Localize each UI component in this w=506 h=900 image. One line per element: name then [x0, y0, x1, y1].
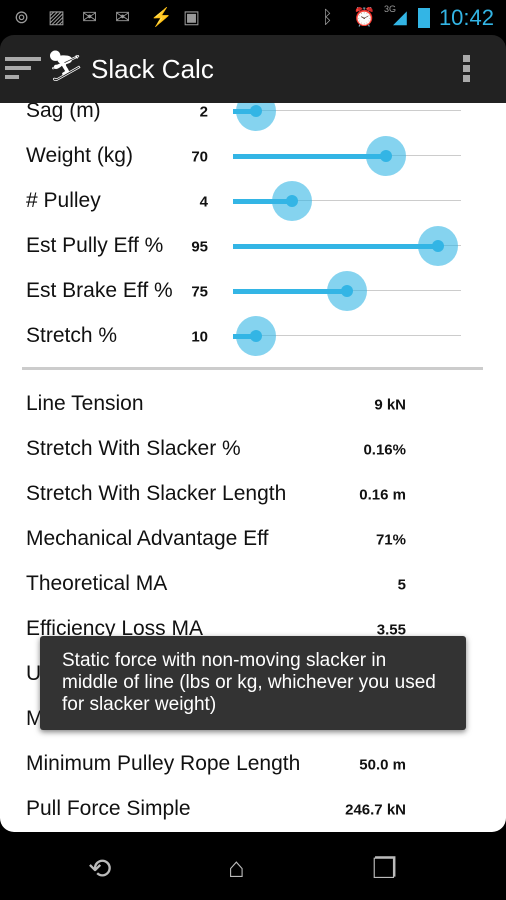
- input-slider[interactable]: [233, 226, 461, 266]
- input-row: Sag (m) 2: [26, 103, 486, 133]
- result-label: Theoretical MA: [26, 572, 168, 595]
- input-slider[interactable]: [233, 181, 461, 221]
- result-value: 9 kN: [374, 396, 406, 414]
- result-label: Mechanical Advantage Eff: [26, 527, 269, 550]
- result-row: Stretch With Slacker % 0.16%: [26, 427, 486, 471]
- toast-tooltip: Static force with non-moving slacker in …: [40, 636, 466, 730]
- mail-icon: ✉: [115, 7, 131, 27]
- result-row: Minimum Pulley Rope Length 50.0 m: [26, 742, 486, 786]
- app-bar: ⛷ Slack Calc: [0, 35, 506, 103]
- back-icon[interactable]: ⟲: [88, 852, 111, 885]
- navigation-bar: ⟲ ⌂ ❐: [0, 832, 506, 900]
- overflow-menu-icon[interactable]: [463, 55, 470, 85]
- result-label: Stretch With Slacker %: [26, 437, 241, 460]
- input-label: Sag (m): [26, 103, 101, 122]
- bluetooth-icon: ᛒ: [322, 7, 333, 27]
- gmail-icon: ✉: [82, 7, 98, 27]
- slider-thumb[interactable]: [365, 136, 406, 176]
- input-label: Est Pully Eff %: [26, 234, 164, 257]
- flash-icon: ⚡: [150, 7, 173, 27]
- result-value: 246.7 kN: [345, 801, 406, 819]
- slider-thumb[interactable]: [235, 103, 276, 131]
- input-row: Stretch % 10: [26, 314, 486, 358]
- input-label: Stretch %: [26, 324, 118, 347]
- input-row: Est Brake Eff % 75: [26, 269, 486, 313]
- input-label: Weight (kg): [26, 144, 133, 167]
- result-label: Pull Force Simple: [26, 797, 191, 820]
- slider-thumb[interactable]: [418, 226, 459, 266]
- play-store-icon: ▣: [183, 7, 201, 27]
- result-row: Pull Force Simple 246.7 kN: [26, 787, 486, 831]
- input-value: 2: [199, 103, 208, 121]
- input-slider[interactable]: [233, 316, 461, 356]
- slider-thumb[interactable]: [272, 181, 313, 221]
- image-icon: ▨: [48, 7, 66, 27]
- input-label: # Pulley: [26, 189, 101, 212]
- input-value: 75: [191, 283, 208, 301]
- result-label: Line Tension: [26, 392, 144, 415]
- slider-fill: [233, 154, 386, 159]
- input-row: Est Pully Eff % 95: [26, 224, 486, 268]
- result-row: Mechanical Advantage Eff 71%: [26, 517, 486, 561]
- slider-thumb[interactable]: [235, 316, 276, 356]
- result-row: Line Tension 9 kN: [26, 382, 486, 426]
- result-value: 0.16 m: [359, 486, 406, 504]
- slider-fill: [233, 244, 439, 249]
- input-value: 4: [199, 193, 208, 211]
- signal-icon: ◢: [393, 7, 407, 27]
- result-row: Stretch With Slacker Length 0.16 m: [26, 472, 486, 516]
- input-row: Weight (kg) 70: [26, 134, 486, 178]
- result-value: 0.16%: [363, 441, 406, 459]
- result-value: 50.0 m: [359, 756, 406, 774]
- clock: 10:42: [438, 5, 494, 30]
- result-label: Stretch With Slacker Length: [26, 482, 287, 505]
- input-value: 70: [191, 148, 208, 166]
- result-label: Minimum Pulley Rope Length: [26, 752, 301, 775]
- battery-icon: [418, 8, 430, 28]
- result-value: 5: [397, 576, 406, 594]
- sync-icon: ⊚: [14, 7, 30, 27]
- input-slider[interactable]: [233, 136, 461, 176]
- input-slider[interactable]: [233, 103, 461, 131]
- app-title: Slack Calc: [91, 54, 214, 84]
- result-value: 71%: [375, 531, 406, 549]
- input-value: 10: [191, 328, 208, 346]
- result-row: Theoretical MA 5: [26, 562, 486, 606]
- divider: [22, 367, 483, 370]
- input-row: # Pulley 4: [26, 179, 486, 223]
- drawer-icon[interactable]: [5, 57, 41, 84]
- alarm-icon: ⏰: [353, 7, 376, 27]
- status-bar: ⊚ ▨ ✉ ✉ ⚡ ▣ ᛒ ⏰ 3G ◢ 10:42: [0, 0, 506, 35]
- input-value: 95: [191, 238, 208, 256]
- input-label: Est Brake Eff %: [26, 279, 173, 302]
- home-icon[interactable]: ⌂: [228, 852, 245, 884]
- input-slider[interactable]: [233, 271, 461, 311]
- app-logo-icon[interactable]: ⛷: [46, 49, 84, 84]
- slider-thumb[interactable]: [327, 271, 367, 311]
- recent-apps-icon[interactable]: ❐: [372, 852, 397, 885]
